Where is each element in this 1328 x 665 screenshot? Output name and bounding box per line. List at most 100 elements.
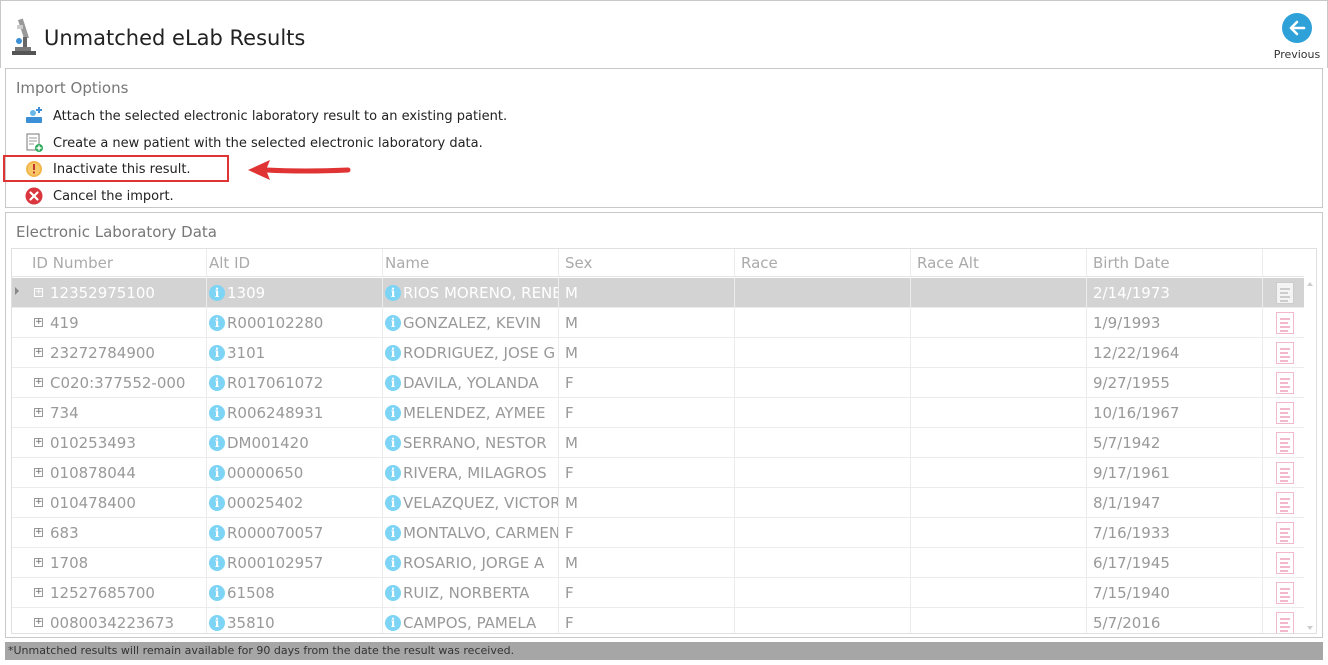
- column-header-birth-date[interactable]: Birth Date: [1087, 249, 1263, 276]
- table-row[interactable]: +419 i R000102280 i GONZALEZ, KEVIN M 1/9/1993: [12, 308, 1304, 338]
- info-icon[interactable]: i: [209, 554, 225, 571]
- cell-id-number: +23272784900: [26, 338, 207, 367]
- expand-row-icon[interactable]: +: [34, 408, 43, 417]
- current-row-pointer-icon: [15, 287, 19, 295]
- table-row[interactable]: +010878044 i 00000650 i RIVERA, MILAGROS F 9/1…: [12, 458, 1304, 488]
- document-line: [1279, 509, 1288, 512]
- info-icon[interactable]: i: [209, 374, 225, 391]
- expand-row-icon[interactable]: +: [34, 528, 43, 537]
- document-icon[interactable]: [1275, 311, 1294, 334]
- document-icon[interactable]: [1275, 431, 1294, 454]
- info-icon[interactable]: i: [209, 614, 225, 631]
- table-row[interactable]: +12527685700 i 61508 i RUIZ, NORBERTA F 7/15/1…: [12, 578, 1304, 608]
- alt-id-text: DM001420: [227, 433, 309, 452]
- document-icon[interactable]: [1275, 521, 1294, 544]
- document-line: [1279, 535, 1290, 538]
- document-icon[interactable]: [1275, 491, 1294, 514]
- info-icon[interactable]: i: [385, 404, 401, 421]
- table-row[interactable]: +010478400 i 00025402 i VELAZQUEZ, VICTOR IM…: [12, 488, 1304, 518]
- table-row[interactable]: + C020:377552-000 i R017061072 i DAVILA, YOLA…: [12, 368, 1304, 398]
- column-header-sex[interactable]: Sex: [559, 249, 735, 276]
- expand-row-icon[interactable]: +: [34, 378, 43, 387]
- attach-patient-icon: [24, 106, 44, 126]
- cancel-import-label: Cancel the import.: [53, 188, 174, 204]
- info-icon[interactable]: i: [209, 434, 225, 451]
- document-icon[interactable]: [1275, 551, 1294, 574]
- document-line: [1279, 497, 1290, 500]
- expand-row-icon[interactable]: +: [34, 588, 43, 597]
- info-icon[interactable]: i: [385, 464, 401, 481]
- document-line: [1279, 381, 1288, 384]
- expand-row-icon[interactable]: +: [34, 558, 43, 567]
- info-icon[interactable]: i: [385, 344, 401, 361]
- column-header-name[interactable]: Name: [383, 249, 559, 276]
- table-row[interactable]: +734 i R006248931 i MELENDEZ, AYMEE F 10/16/19…: [12, 398, 1304, 428]
- info-icon[interactable]: i: [385, 284, 401, 301]
- info-icon[interactable]: i: [385, 314, 401, 331]
- document-line: [1279, 569, 1288, 572]
- table-row[interactable]: +010253493 i DM001420 i SERRANO, NESTOR M 5/7/…: [12, 428, 1304, 458]
- info-icon[interactable]: i: [385, 614, 401, 631]
- column-header-race[interactable]: Race: [735, 249, 911, 276]
- previous-button[interactable]: Previous: [1269, 11, 1325, 67]
- table-row[interactable]: +0080034223673 i 35810 i CAMPOS, PAMELA F 5/7/…: [12, 608, 1304, 633]
- cell-birth-date: 12/22/1964: [1087, 338, 1263, 367]
- table-row[interactable]: +683 i R000070057 i MONTALVO, CARMEN F 7/16/19…: [12, 518, 1304, 548]
- row-indicator: [12, 488, 26, 517]
- expand-row-icon[interactable]: +: [34, 438, 43, 447]
- document-icon[interactable]: [1275, 581, 1294, 604]
- app-window: Unmatched eLab Results Previous Import O…: [0, 0, 1328, 665]
- cell-name: i MONTALVO, CARMEN: [383, 518, 559, 547]
- cancel-import-option[interactable]: Cancel the import.: [24, 185, 174, 207]
- document-icon[interactable]: [1275, 341, 1294, 364]
- cell-alt-id: i R000102957: [207, 548, 383, 577]
- table-row[interactable]: +12352975100 i 1309 i RIOS MORENO, RENE M 2/14…: [12, 278, 1304, 308]
- attach-existing-patient-option[interactable]: Attach the selected electronic laborator…: [24, 105, 507, 127]
- info-icon[interactable]: i: [385, 434, 401, 451]
- info-icon[interactable]: i: [385, 554, 401, 571]
- scroll-up-icon[interactable]: [1307, 282, 1313, 286]
- cell-document: [1263, 368, 1300, 397]
- cell-birth-date: 5/7/2016: [1087, 608, 1263, 633]
- table-row[interactable]: +23272784900 i 3101 i RODRIGUEZ, JOSE G M 12/2…: [12, 338, 1304, 368]
- page-title: Unmatched eLab Results: [44, 26, 306, 50]
- column-header-id-number[interactable]: ID Number: [26, 249, 207, 276]
- id-number-text: 010478400: [50, 493, 136, 512]
- info-icon[interactable]: i: [385, 584, 401, 601]
- info-icon[interactable]: i: [209, 524, 225, 541]
- lab-data-heading: Electronic Laboratory Data: [16, 223, 217, 241]
- document-icon[interactable]: [1275, 281, 1294, 304]
- document-icon[interactable]: [1275, 611, 1294, 633]
- lab-results-grid[interactable]: ID Number Alt ID Name Sex Race Race Alt …: [11, 248, 1317, 634]
- info-icon[interactable]: i: [209, 464, 225, 481]
- scroll-down-icon[interactable]: [1307, 626, 1313, 630]
- info-icon[interactable]: i: [209, 494, 225, 511]
- cell-alt-id: i 00025402: [207, 488, 383, 517]
- expand-row-icon[interactable]: +: [34, 348, 43, 357]
- expand-row-icon[interactable]: +: [34, 288, 43, 297]
- create-new-patient-option[interactable]: Create a new patient with the selected e…: [24, 132, 483, 154]
- expand-row-icon[interactable]: +: [34, 318, 43, 327]
- cell-id-number: +734: [26, 398, 207, 427]
- info-icon[interactable]: i: [385, 524, 401, 541]
- info-icon[interactable]: i: [209, 284, 225, 301]
- info-icon[interactable]: i: [385, 494, 401, 511]
- expand-row-icon[interactable]: +: [34, 618, 43, 627]
- cell-race: [735, 518, 911, 547]
- expand-row-icon[interactable]: +: [34, 468, 43, 477]
- expand-row-icon[interactable]: +: [34, 498, 43, 507]
- document-line: [1279, 629, 1288, 632]
- info-icon[interactable]: i: [385, 374, 401, 391]
- document-icon[interactable]: [1275, 461, 1294, 484]
- info-icon[interactable]: i: [209, 314, 225, 331]
- column-header-race-alt[interactable]: Race Alt: [911, 249, 1087, 276]
- info-icon[interactable]: i: [209, 344, 225, 361]
- table-row[interactable]: +1708 i R000102957 i ROSARIO, JORGE A M 6/17/1…: [12, 548, 1304, 578]
- info-icon[interactable]: i: [209, 584, 225, 601]
- vertical-scrollbar[interactable]: [1304, 278, 1316, 633]
- column-header-alt-id[interactable]: Alt ID: [207, 249, 383, 276]
- document-icon[interactable]: [1275, 401, 1294, 424]
- document-icon[interactable]: [1275, 371, 1294, 394]
- info-icon[interactable]: i: [209, 404, 225, 421]
- alt-id-text: 3101: [227, 343, 266, 362]
